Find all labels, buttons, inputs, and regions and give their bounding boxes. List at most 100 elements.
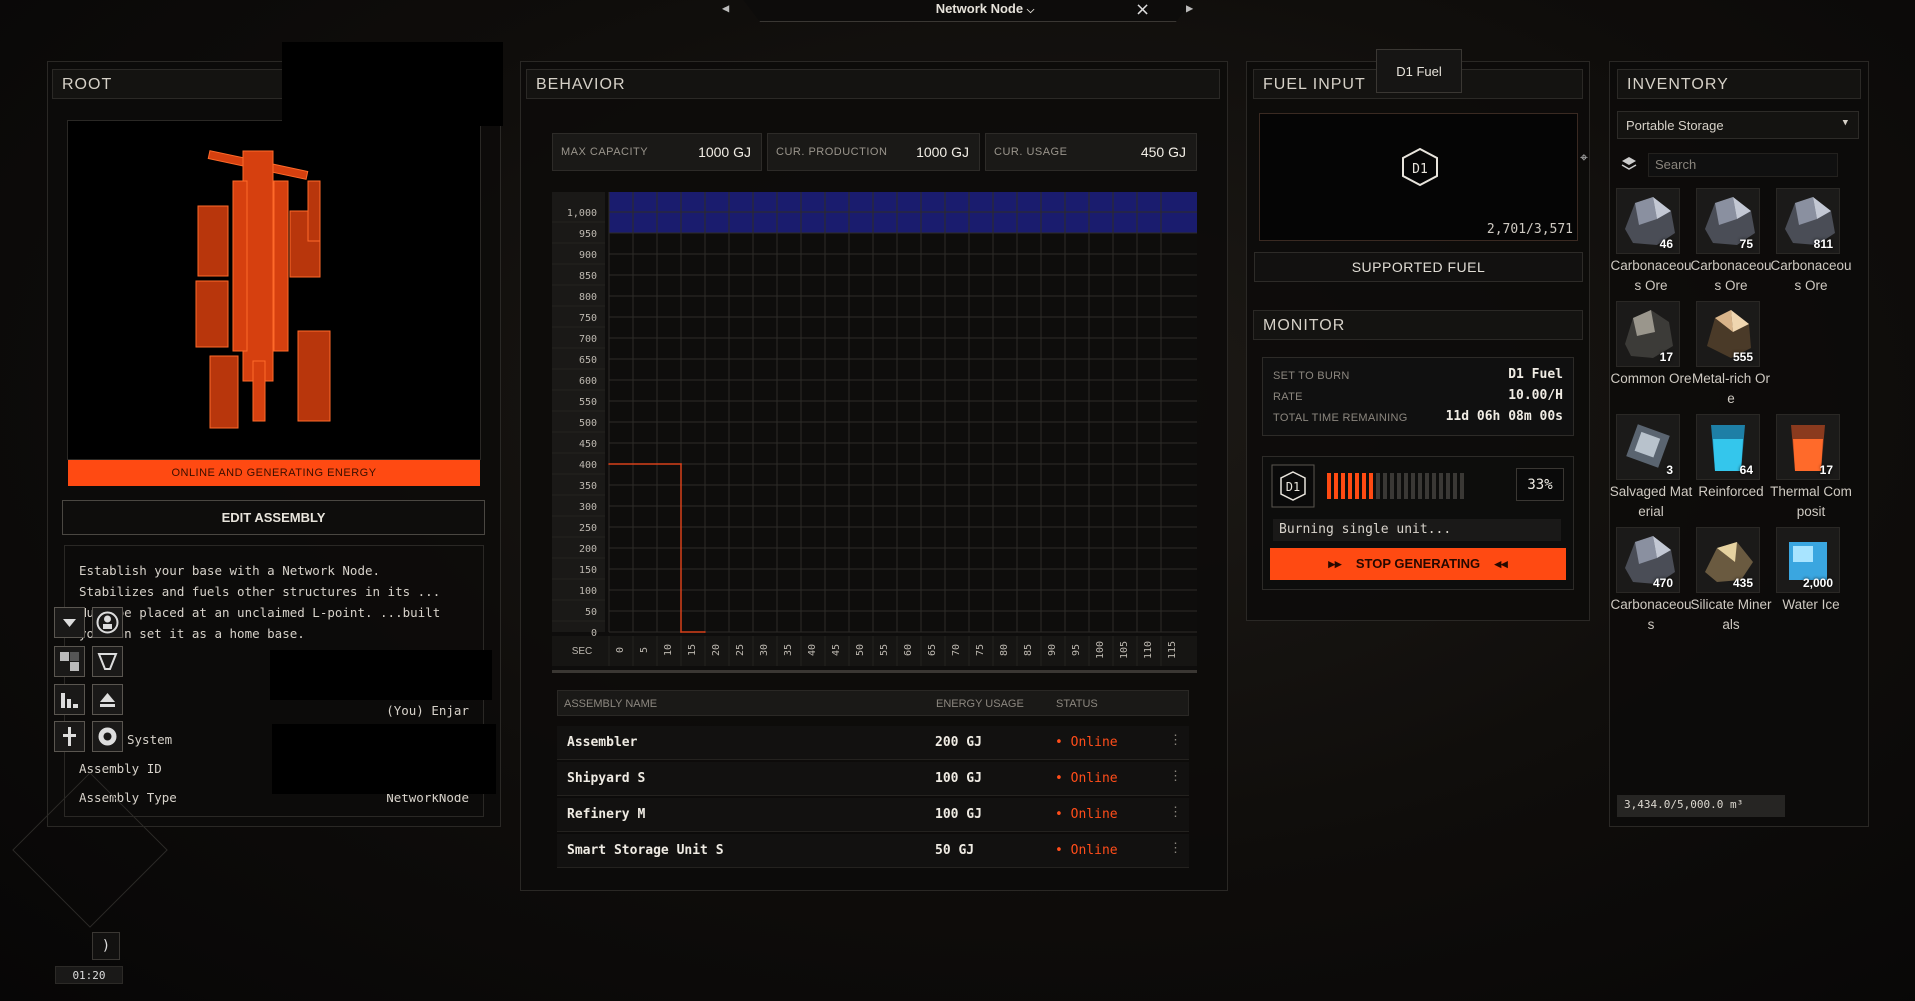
session-timer: 01:20: [55, 966, 123, 984]
edit-assembly-button[interactable]: EDIT ASSEMBLY: [62, 500, 485, 535]
col-energy-usage: ENERGY USAGE: [936, 698, 1024, 710]
table-row[interactable]: Refinery M 100 GJ • Online ⋮: [557, 798, 1189, 832]
item-quantity: 46: [1659, 237, 1673, 251]
inventory-item[interactable]: 2,000 Water Ice: [1773, 527, 1847, 637]
close-icon[interactable]: ×: [1135, 0, 1150, 20]
table-row[interactable]: Smart Storage Unit S 50 GJ • Online ⋮: [557, 834, 1189, 868]
prev-window-icon[interactable]: ◀: [722, 1, 729, 15]
burn-meter-segment: [1369, 473, 1373, 499]
burn-meter-segment: [1383, 473, 1387, 499]
inventory-item[interactable]: 17 Thermal Composit: [1770, 414, 1852, 524]
item-quantity: 64: [1739, 463, 1753, 477]
y-tick-label: 700: [579, 334, 597, 345]
x-tick-label: 10: [663, 644, 674, 656]
inventory-item[interactable]: 470 Carbonaceous: [1610, 527, 1692, 637]
stats-icon[interactable]: [54, 684, 85, 715]
item-name: Carbonaceous Ore: [1690, 258, 1772, 293]
ore-item-icon: 75: [1696, 188, 1760, 254]
ore-item-icon: 46: [1616, 188, 1680, 254]
assembly-preview: [67, 120, 481, 460]
signal-icon[interactable]: ): [92, 932, 120, 960]
caret-down-icon: ▼: [1842, 118, 1848, 128]
search-input[interactable]: Search: [1648, 153, 1838, 177]
inventory-item[interactable]: 3 Salvaged Material: [1610, 414, 1692, 524]
field-system-label: System: [127, 732, 173, 747]
col-status: STATUS: [1056, 698, 1098, 710]
metal-item-icon: 555: [1696, 301, 1760, 367]
item-name: Carbonaceous: [1610, 597, 1692, 632]
behavior-title: BEHAVIOR: [526, 69, 1220, 99]
item-quantity: 555: [1732, 350, 1753, 364]
col-assembly-name: ASSEMBLY NAME: [564, 698, 658, 710]
target-icon[interactable]: [92, 721, 123, 752]
eject-icon[interactable]: [92, 684, 123, 715]
inventory-item[interactable]: 17 Common Ore: [1610, 301, 1692, 411]
row-menu-icon[interactable]: ⋮: [1169, 805, 1182, 820]
inventory-item[interactable]: 811 Carbonaceous Ore: [1770, 188, 1852, 298]
d1-burn-icon: D1: [1271, 464, 1315, 508]
filter-icon[interactable]: [92, 646, 123, 677]
x-tick-label: 50: [855, 644, 866, 656]
ice-item-icon: 2,000: [1776, 527, 1840, 593]
table-row[interactable]: Assembler 200 GJ • Online ⋮: [557, 726, 1189, 760]
item-quantity: 17: [1819, 463, 1833, 477]
redacted-block: [282, 42, 503, 126]
burn-meter-segment: [1404, 473, 1408, 499]
row-menu-icon[interactable]: ⋮: [1169, 769, 1182, 784]
item-name: Salvaged Material: [1609, 484, 1693, 519]
inventory-title: INVENTORY: [1617, 69, 1861, 99]
usage-point: [704, 631, 706, 633]
map-icon[interactable]: [54, 646, 85, 677]
tools-icon[interactable]: [54, 721, 85, 752]
user-icon[interactable]: [92, 607, 123, 638]
x-tick-label: 100: [1095, 641, 1106, 659]
x-tick-label: 0: [615, 647, 626, 653]
y-tick-label: 350: [579, 481, 597, 492]
salvage-item-icon: 3: [1616, 414, 1680, 480]
item-name: Common Ore: [1610, 371, 1692, 386]
storage-select[interactable]: Portable Storage ▼: [1617, 111, 1859, 139]
row-menu-icon[interactable]: ⋮: [1169, 733, 1182, 748]
y-tick-label: 100: [579, 586, 597, 597]
chart-scrollbar: [552, 670, 1197, 673]
item-quantity: 470: [1652, 576, 1673, 590]
storage-capacity: 3,434.0/5,000.0 m³: [1617, 795, 1785, 817]
burn-meter-segment: [1460, 473, 1464, 499]
burn-meter-segment: [1376, 473, 1380, 499]
stop-generating-button[interactable]: ▸▸ STOP GENERATING ◂◂: [1270, 548, 1566, 580]
chevrons-right-icon: ▸▸: [1328, 556, 1342, 571]
item-quantity: 3: [1666, 463, 1673, 477]
x-tick-label: 110: [1143, 641, 1154, 659]
burn-meter-segment: [1334, 473, 1338, 499]
inventory-item[interactable]: 64 Reinforced: [1693, 414, 1767, 524]
row-menu-icon[interactable]: ⋮: [1169, 841, 1182, 856]
burn-meter-segment: [1390, 473, 1394, 499]
item-quantity: 2,000: [1802, 576, 1833, 590]
d1-fuel-icon: D1: [1402, 147, 1438, 187]
supported-fuel-button[interactable]: SUPPORTED FUEL: [1254, 252, 1583, 282]
inventory-item[interactable]: 435 Silicate Minerals: [1690, 527, 1772, 637]
redacted-block: [272, 724, 496, 794]
layers-icon[interactable]: [1620, 155, 1638, 173]
item-name: Thermal Composit: [1770, 484, 1852, 519]
burn-meter-segment: [1362, 473, 1366, 499]
x-tick-label: 85: [1023, 644, 1034, 656]
inventory-item[interactable]: 75 Carbonaceous Ore: [1690, 188, 1772, 298]
x-tick-label: 70: [951, 644, 962, 656]
inventory-item[interactable]: 555 Metal-rich Ore: [1692, 301, 1770, 411]
table-row[interactable]: Shipyard S 100 GJ • Online ⋮: [557, 762, 1189, 796]
x-tick-label: 15: [687, 644, 698, 656]
item-name: Carbonaceous Ore: [1770, 258, 1852, 293]
fuel-tooltip: D1 Fuel: [1376, 49, 1462, 93]
dropdown-icon[interactable]: [54, 607, 85, 638]
next-window-icon[interactable]: ▶: [1186, 1, 1193, 15]
window-title[interactable]: Network Node ⌵: [870, 1, 1100, 16]
y-tick-label: 1,000: [567, 208, 597, 219]
burn-meter-segment: [1418, 473, 1422, 499]
fuel-slot[interactable]: D1 2,701/3,571: [1259, 113, 1578, 241]
inventory-item[interactable]: 46 Carbonaceous Ore: [1610, 188, 1692, 298]
x-tick-label: 75: [975, 644, 986, 656]
y-tick-label: 750: [579, 313, 597, 324]
x-tick-label: 65: [927, 644, 938, 656]
ore-item-icon: 811: [1776, 188, 1840, 254]
